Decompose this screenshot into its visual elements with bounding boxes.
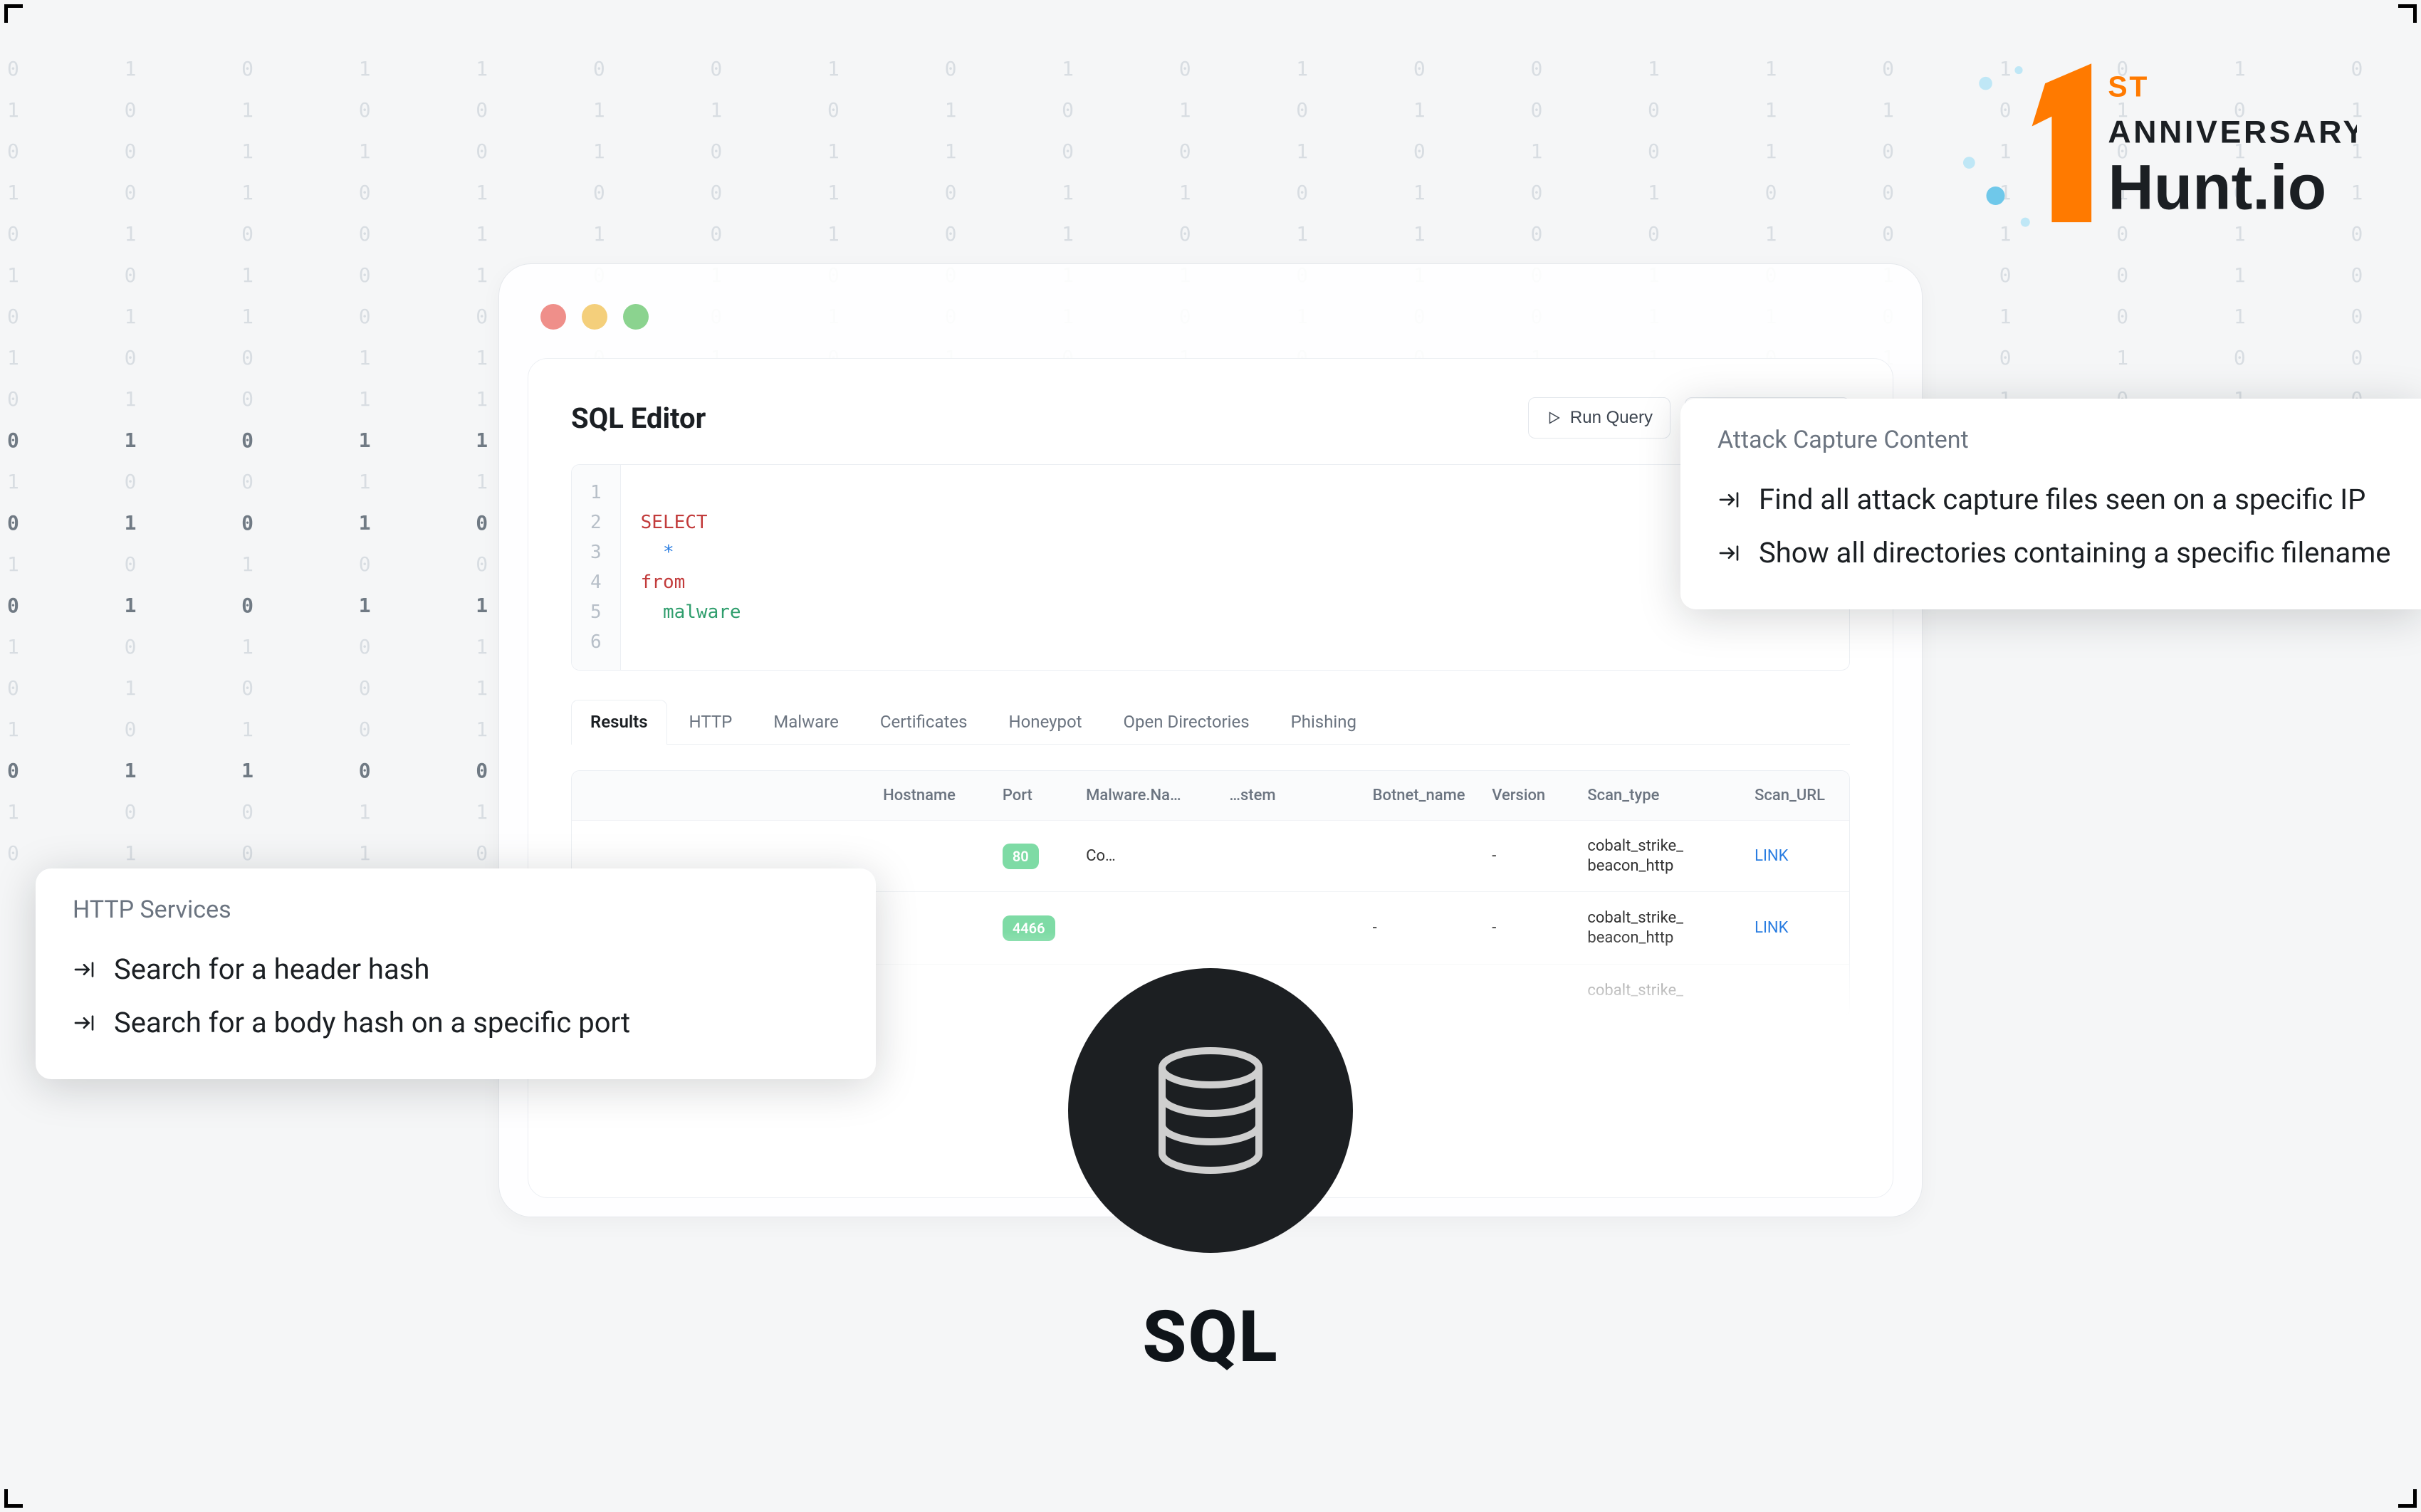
database-icon — [1139, 1039, 1282, 1182]
scan-url-link[interactable]: LINK — [1755, 919, 1788, 937]
http-services-title: HTTP Services — [73, 896, 839, 924]
tab-phishing[interactable]: Phishing — [1272, 700, 1376, 745]
editor-code[interactable]: SELECT * from malware — [621, 465, 761, 670]
corner-tick-tl — [4, 4, 23, 23]
close-window-button[interactable] — [540, 304, 566, 330]
http-services-card: HTTP Services Search for a header hash Se… — [36, 868, 876, 1079]
column-header: Scan_type — [1574, 771, 1742, 820]
attack-capture-title: Attack Capture Content — [1717, 426, 2400, 454]
corner-tick-bl — [4, 1489, 23, 1508]
tab-http[interactable]: HTTP — [670, 700, 752, 745]
column-header: Malware.Na… — [1073, 771, 1216, 820]
tab-open-directories[interactable]: Open Directories — [1104, 700, 1269, 745]
table-header-row: HostnamePortMalware.Na……stemBotnet_nameV… — [572, 771, 1849, 820]
query-template-label: Find all attack capture files seen on a … — [1759, 483, 2365, 516]
query-template-item[interactable]: Search for a header hash — [73, 943, 839, 996]
svg-text:ANNIVERSARY: ANNIVERSARY — [2108, 115, 2357, 150]
tab-results[interactable]: Results — [571, 700, 667, 745]
column-header — [739, 780, 870, 812]
column-header: …stem — [1216, 771, 1359, 820]
insert-icon — [73, 958, 95, 981]
tab-honeypot[interactable]: Honeypot — [990, 700, 1102, 745]
sql-label: SQL — [1068, 1296, 1353, 1379]
code-editor[interactable]: 1 2 3 4 5 6 SELECT * from malware — [571, 464, 1850, 671]
query-template-label: Search for a body hash on a specific por… — [114, 1006, 630, 1039]
result-tabs: ResultsHTTPMalwareCertificatesHoneypotOp… — [571, 699, 1850, 745]
column-header: Scan_URL — [1742, 771, 1849, 820]
insert-icon — [73, 1012, 95, 1034]
database-icon-circle — [1068, 968, 1353, 1253]
column-header: Port — [990, 771, 1073, 820]
query-template-item[interactable]: Find all attack capture files seen on a … — [1717, 473, 2400, 526]
corner-tick-br — [2398, 1489, 2417, 1508]
svg-text:ST: ST — [2108, 70, 2149, 103]
svg-text:Hunt.io: Hunt.io — [2108, 152, 2326, 223]
query-template-item[interactable]: Show all directories containing a specif… — [1717, 526, 2400, 579]
editor-gutter: 1 2 3 4 5 6 — [572, 465, 621, 670]
insert-icon — [1717, 488, 1740, 511]
insert-icon — [1717, 542, 1740, 565]
minimize-window-button[interactable] — [582, 304, 607, 330]
run-query-label: Run Query — [1570, 408, 1653, 428]
tab-certificates[interactable]: Certificates — [861, 700, 987, 745]
query-template-label: Search for a header hash — [114, 952, 429, 986]
attack-capture-card: Attack Capture Content Find all attack c… — [1680, 399, 2421, 609]
sql-emblem: SQL — [1068, 968, 1353, 1379]
column-header: Botnet_name — [1360, 771, 1480, 820]
tab-malware[interactable]: Malware — [754, 700, 858, 745]
query-template-item[interactable]: Search for a body hash on a specific por… — [73, 996, 839, 1049]
logo-svg: ST ANNIVERSARY Hunt.io — [1958, 57, 2357, 242]
run-query-button[interactable]: Run Query — [1528, 397, 1670, 439]
corner-tick-tr — [2398, 4, 2417, 23]
scan-url-link[interactable]: LINK — [1755, 847, 1788, 865]
query-template-label: Show all directories containing a specif… — [1759, 536, 2391, 569]
anniversary-logo: ST ANNIVERSARY Hunt.io — [1958, 57, 2357, 242]
column-header: Hostname — [870, 771, 990, 820]
play-icon — [1546, 410, 1562, 426]
panel-title: SQL Editor — [571, 401, 706, 435]
port-badge: 4466 — [1003, 915, 1055, 941]
column-header: Version — [1479, 771, 1574, 820]
column-header — [572, 780, 739, 812]
port-badge: 80 — [1003, 844, 1039, 869]
maximize-window-button[interactable] — [623, 304, 649, 330]
traffic-lights — [528, 295, 1893, 358]
